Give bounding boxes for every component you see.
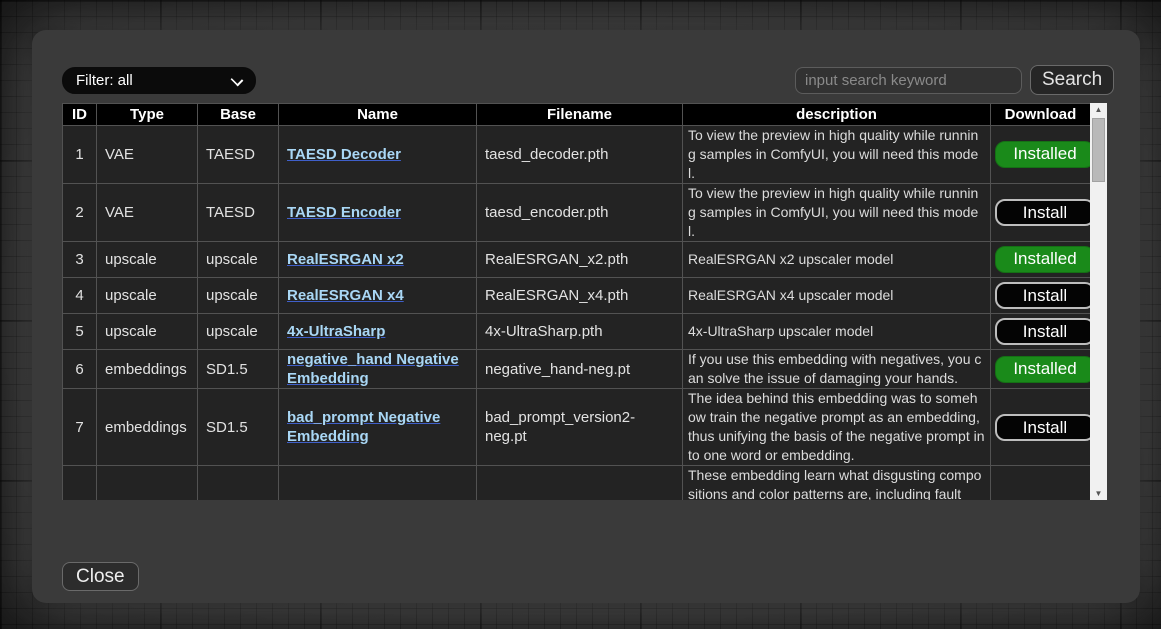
- scroll-up-icon[interactable]: ▲: [1090, 103, 1107, 116]
- cell-base: upscale: [198, 278, 279, 314]
- cell-base: upscale: [198, 242, 279, 278]
- header-type: Type: [97, 104, 198, 126]
- download-button[interactable]: Install: [995, 199, 1091, 226]
- cell-download: Install: [991, 389, 1091, 466]
- download-button[interactable]: Install: [995, 282, 1091, 309]
- cell-description: 4x-UltraSharp upscaler model: [683, 314, 991, 350]
- cell-download: [991, 466, 1091, 501]
- cell-filename: RealESRGAN_x2.pth: [477, 242, 683, 278]
- model-name-link[interactable]: TAESD Encoder: [287, 204, 401, 221]
- table-header-row: ID Type Base Name Filename description D…: [63, 104, 1091, 126]
- cell-type: embeddings: [97, 389, 198, 466]
- cell-description: If you use this embedding with negatives…: [683, 350, 991, 389]
- model-name-link[interactable]: RealESRGAN x4: [287, 287, 404, 304]
- filter-dropdown-wrap: Filter: all: [62, 67, 256, 94]
- install-models-dialog: Filter: all Search ID Type Base Name Fil…: [32, 30, 1140, 603]
- cell-type: embeddings: [97, 350, 198, 389]
- scrollbar-thumb[interactable]: [1092, 118, 1105, 182]
- header-download: Download: [991, 104, 1091, 126]
- filter-select[interactable]: Filter: all: [62, 67, 256, 94]
- cell-download: Install: [991, 314, 1091, 350]
- cell-base: TAESD: [198, 184, 279, 242]
- cell-download: Installed: [991, 126, 1091, 184]
- cell-filename: [477, 466, 683, 501]
- cell-id: 4: [63, 278, 97, 314]
- header-id: ID: [63, 104, 97, 126]
- search-input[interactable]: [795, 67, 1022, 94]
- model-table-body: 1 VAE TAESD TAESD Decoder taesd_decoder.…: [63, 126, 1091, 501]
- table-row: 3 upscale upscale RealESRGAN x2 RealESRG…: [63, 242, 1091, 278]
- header-name: Name: [279, 104, 477, 126]
- cell-id: 2: [63, 184, 97, 242]
- cell-base: upscale: [198, 314, 279, 350]
- header-description: description: [683, 104, 991, 126]
- cell-filename: taesd_decoder.pth: [477, 126, 683, 184]
- download-button[interactable]: Install: [995, 318, 1091, 345]
- table-row: 1 VAE TAESD TAESD Decoder taesd_decoder.…: [63, 126, 1091, 184]
- table-row: 4 upscale upscale RealESRGAN x4 RealESRG…: [63, 278, 1091, 314]
- download-button[interactable]: Installed: [995, 356, 1091, 383]
- cell-base: TAESD: [198, 126, 279, 184]
- cell-type: upscale: [97, 242, 198, 278]
- cell-base: [198, 466, 279, 501]
- download-button[interactable]: Installed: [995, 246, 1091, 273]
- cell-name: TAESD Encoder: [279, 184, 477, 242]
- cell-description: RealESRGAN x2 upscaler model: [683, 242, 991, 278]
- cell-filename: RealESRGAN_x4.pth: [477, 278, 683, 314]
- cell-name: RealESRGAN x2: [279, 242, 477, 278]
- cell-id: [63, 466, 97, 501]
- table-row: These embedding learn what disgusting co…: [63, 466, 1091, 501]
- cell-type: upscale: [97, 314, 198, 350]
- cell-type: VAE: [97, 184, 198, 242]
- download-button[interactable]: Install: [995, 414, 1091, 441]
- header-filename: Filename: [477, 104, 683, 126]
- cell-type: [97, 466, 198, 501]
- cell-name: negative_hand Negative Embedding: [279, 350, 477, 389]
- model-name-link[interactable]: bad_prompt Negative Embedding: [287, 409, 440, 445]
- cell-id: 6: [63, 350, 97, 389]
- cell-type: upscale: [97, 278, 198, 314]
- cell-filename: 4x-UltraSharp.pth: [477, 314, 683, 350]
- cell-base: SD1.5: [198, 350, 279, 389]
- table-row: 2 VAE TAESD TAESD Encoder taesd_encoder.…: [63, 184, 1091, 242]
- cell-id: 5: [63, 314, 97, 350]
- cell-description: To view the preview in high quality whil…: [683, 184, 991, 242]
- cell-id: 1: [63, 126, 97, 184]
- cell-name: TAESD Decoder: [279, 126, 477, 184]
- cell-filename: bad_prompt_version2-neg.pt: [477, 389, 683, 466]
- model-name-link[interactable]: 4x-UltraSharp: [287, 323, 385, 340]
- model-table-container: ID Type Base Name Filename description D…: [62, 103, 1107, 500]
- model-name-link[interactable]: TAESD Decoder: [287, 146, 401, 163]
- cell-download: Install: [991, 278, 1091, 314]
- cell-name: RealESRGAN x4: [279, 278, 477, 314]
- model-table: ID Type Base Name Filename description D…: [62, 103, 1091, 500]
- close-button[interactable]: Close: [62, 562, 139, 591]
- download-button[interactable]: Installed: [995, 141, 1091, 168]
- cell-name: 4x-UltraSharp: [279, 314, 477, 350]
- model-name-link[interactable]: negative_hand Negative Embedding: [287, 351, 459, 387]
- search-button[interactable]: Search: [1030, 65, 1114, 95]
- model-name-link[interactable]: RealESRGAN x2: [287, 251, 404, 268]
- cell-type: VAE: [97, 126, 198, 184]
- cell-description: The idea behind this embedding was to so…: [683, 389, 991, 466]
- scroll-down-icon[interactable]: ▼: [1090, 487, 1107, 500]
- cell-filename: taesd_encoder.pth: [477, 184, 683, 242]
- cell-description: These embedding learn what disgusting co…: [683, 466, 991, 501]
- cell-download: Installed: [991, 242, 1091, 278]
- cell-name: [279, 466, 477, 501]
- cell-id: 7: [63, 389, 97, 466]
- header-base: Base: [198, 104, 279, 126]
- cell-name: bad_prompt Negative Embedding: [279, 389, 477, 466]
- cell-description: To view the preview in high quality whil…: [683, 126, 991, 184]
- table-row: 6 embeddings SD1.5 negative_hand Negativ…: [63, 350, 1091, 389]
- table-scrollbar[interactable]: ▲ ▼: [1090, 103, 1107, 500]
- cell-filename: negative_hand-neg.pt: [477, 350, 683, 389]
- cell-download: Installed: [991, 350, 1091, 389]
- table-row: 5 upscale upscale 4x-UltraSharp 4x-Ultra…: [63, 314, 1091, 350]
- cell-description: RealESRGAN x4 upscaler model: [683, 278, 991, 314]
- cell-id: 3: [63, 242, 97, 278]
- table-row: 7 embeddings SD1.5 bad_prompt Negative E…: [63, 389, 1091, 466]
- cell-download: Install: [991, 184, 1091, 242]
- cell-base: SD1.5: [198, 389, 279, 466]
